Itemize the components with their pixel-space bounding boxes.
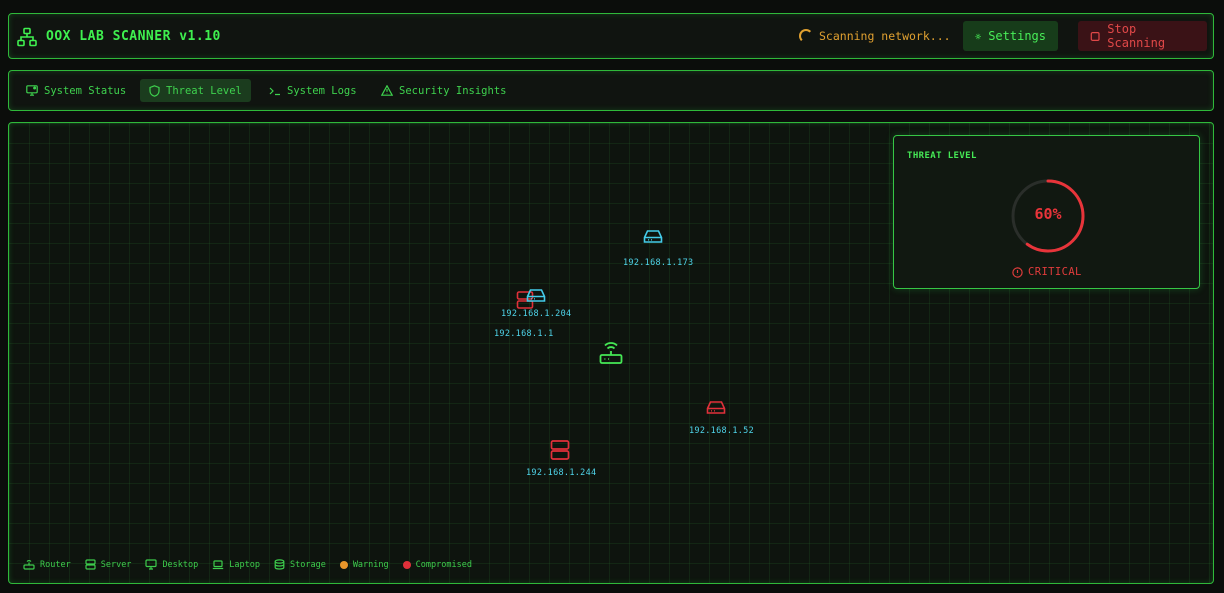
legend-server: Server <box>85 559 131 570</box>
legend-laptop: Laptop <box>212 559 260 570</box>
desktop-icon <box>145 559 158 570</box>
node-ip-label: 192.168.1.244 <box>526 468 597 478</box>
header-bar: OOX LAB SCANNER v1.10 Scanning network..… <box>8 13 1214 59</box>
warning-dot-icon <box>339 560 348 569</box>
storage-icon <box>643 230 663 243</box>
legend-compromised: Compromised <box>402 559 472 570</box>
alert-triangle-icon <box>381 85 393 96</box>
monitor-icon <box>26 85 38 96</box>
nav-tabs: System Status Threat Level System Logs S… <box>8 70 1214 111</box>
tab-label: Threat Level <box>166 84 242 97</box>
stop-icon <box>1090 31 1100 41</box>
compromised-dot-icon <box>402 560 411 569</box>
tab-threat-level[interactable]: Threat Level <box>140 79 251 102</box>
spinner-icon <box>799 29 813 43</box>
threat-level-card: THREAT LEVEL 60% CRITICAL <box>893 135 1200 289</box>
storage-icon <box>526 289 546 302</box>
threat-status: CRITICAL <box>1012 266 1082 278</box>
node-ip-label: 192.168.1.1 <box>494 329 554 339</box>
threat-level-title: THREAT LEVEL <box>907 151 977 161</box>
scan-status-text: Scanning network... <box>819 29 951 43</box>
map-legend: Router Server Desktop Laptop Storage War… <box>23 559 472 570</box>
legend-storage: Storage <box>274 559 326 570</box>
tab-system-status[interactable]: System Status <box>17 79 135 102</box>
terminal-icon <box>269 87 280 95</box>
router-icon <box>23 560 35 570</box>
threat-percent: 60% <box>1034 205 1062 223</box>
network-icon <box>17 27 37 47</box>
storage-icon <box>706 401 726 414</box>
gear-icon <box>975 33 981 39</box>
legend-router: Router <box>23 559 71 570</box>
tab-security-insights[interactable]: Security Insights <box>372 79 515 102</box>
stop-scanning-button[interactable]: Stop Scanning <box>1078 21 1207 51</box>
stop-label: Stop Scanning <box>1107 22 1166 50</box>
threat-status-text: CRITICAL <box>1028 266 1082 278</box>
node-ip-label: 192.168.1.173 <box>623 258 694 268</box>
storage-icon <box>274 559 285 570</box>
tab-label: System Logs <box>287 84 357 97</box>
laptop-icon <box>213 560 224 570</box>
legend-desktop: Desktop <box>145 559 198 570</box>
tab-label: System Status <box>44 84 127 97</box>
settings-label: Settings <box>988 29 1046 43</box>
tab-label: Security Insights <box>399 84 507 97</box>
scan-status: Scanning network... <box>799 29 951 43</box>
router-icon <box>599 342 623 364</box>
server-icon <box>550 440 570 460</box>
network-map: 192.168.1.173 192.168.1.204 192.168.1.1 <box>8 122 1214 584</box>
node-ip-label: 192.168.1.52 <box>689 426 755 436</box>
alert-circle-icon <box>1012 266 1023 278</box>
server-icon <box>85 559 96 570</box>
app-title: OOX LAB SCANNER v1.10 <box>46 29 221 44</box>
shield-icon <box>149 84 160 97</box>
node-ip-label: 192.168.1.204 <box>501 309 572 319</box>
tab-system-logs[interactable]: System Logs <box>260 79 366 102</box>
settings-button[interactable]: Settings <box>963 21 1058 51</box>
legend-warning: Warning <box>339 559 389 570</box>
